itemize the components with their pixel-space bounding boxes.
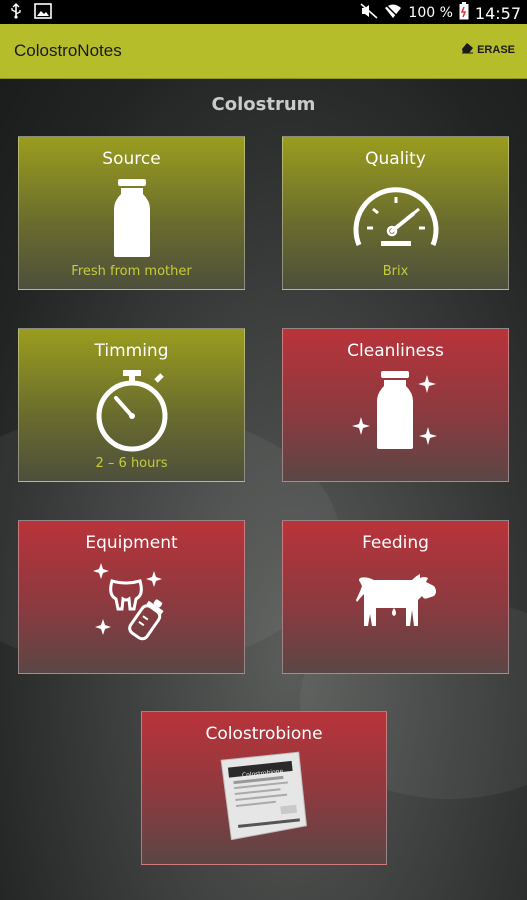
gallery-icon <box>34 3 52 23</box>
tile-title: Equipment <box>85 533 178 553</box>
cow-icon <box>283 561 508 643</box>
sparkle-bottle-icon <box>283 369 508 451</box>
tile-timming[interactable]: Timming 2 – 6 hours <box>18 328 245 482</box>
status-bar: 100 % 14:57 <box>0 0 527 24</box>
mute-icon <box>360 3 378 23</box>
app-bar: ColostroNotes ERASE <box>0 24 527 79</box>
tile-subtitle: Fresh from mother <box>71 264 192 279</box>
tile-feeding[interactable]: Feeding <box>282 520 509 674</box>
tile-colostrobione[interactable]: Colostrobione Colostrobione <box>141 711 387 865</box>
main-content: Colostrum Source Fresh from mother Quali… <box>0 79 527 900</box>
tile-title: Feeding <box>362 533 429 553</box>
udder-bottle-icon <box>19 561 244 643</box>
eraser-icon <box>461 42 474 57</box>
erase-label: ERASE <box>477 43 515 56</box>
tile-title: Cleanliness <box>347 341 444 361</box>
tile-subtitle: Brix <box>382 264 409 279</box>
tile-quality[interactable]: Quality Brix <box>282 136 509 290</box>
tile-title: Colostrobione <box>205 724 323 744</box>
status-notifications <box>10 3 52 23</box>
tile-subtitle: 2 – 6 hours <box>95 456 168 471</box>
tile-source[interactable]: Source Fresh from mother <box>18 136 245 290</box>
status-indicators: 100 % 14:57 <box>360 2 521 24</box>
app-title: ColostroNotes <box>14 41 122 60</box>
section-title: Colostrum <box>211 94 316 115</box>
tile-title: Source <box>102 149 161 169</box>
gauge-icon <box>283 177 508 259</box>
battery-icon <box>459 2 469 24</box>
tile-title: Timming <box>94 341 169 361</box>
product-package-icon <box>142 750 386 840</box>
usb-icon <box>10 3 22 23</box>
tile-title: Quality <box>365 149 426 169</box>
tile-equipment[interactable]: Equipment <box>18 520 245 674</box>
stopwatch-icon <box>19 369 244 452</box>
erase-button[interactable]: ERASE <box>461 42 515 57</box>
milk-bottle-icon <box>19 177 244 259</box>
battery-text: 100 % <box>408 5 453 21</box>
tile-cleanliness[interactable]: Cleanliness <box>282 328 509 482</box>
clock: 14:57 <box>474 3 521 23</box>
wifi-icon <box>384 3 402 23</box>
